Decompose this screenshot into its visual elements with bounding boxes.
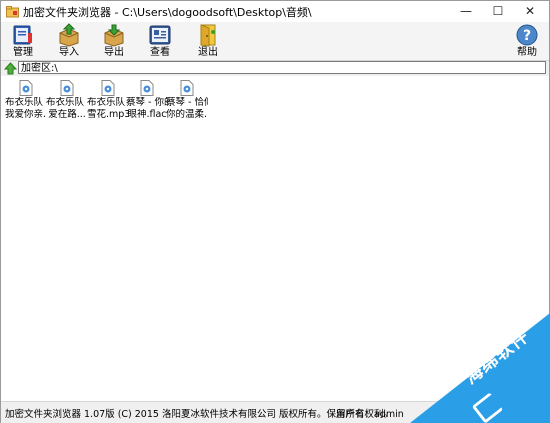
file-name-line1: 蔡琴 - 你的 bbox=[126, 97, 168, 108]
view-label: 查看 bbox=[150, 47, 170, 58]
status-bar: 加密文件夹浏览器 1.07版 (C) 2015 洛阳夏冰软件技术有限公司 版权所… bbox=[1, 401, 549, 423]
window-title: 加密文件夹浏览器 - C:\Users\dogoodsoft\Desktop\音… bbox=[23, 6, 312, 19]
export-button[interactable]: 导出 bbox=[94, 23, 134, 59]
file-name-line2: 我爱你亲... bbox=[5, 109, 47, 120]
help-button[interactable]: ? 帮助 bbox=[507, 23, 547, 59]
help-label: 帮助 bbox=[517, 47, 537, 58]
file-name-line2: 眼神.flac bbox=[127, 109, 167, 120]
file-item[interactable]: 布衣乐队 - 爱在路... bbox=[46, 80, 88, 120]
title-bar[interactable]: 加密文件夹浏览器 - C:\Users\dogoodsoft\Desktop\音… bbox=[1, 1, 549, 22]
toolbar: 管理 导入 导出 查看 退出 ? 帮助 bbox=[1, 22, 549, 61]
minimize-button[interactable]: — bbox=[450, 1, 482, 21]
view-button[interactable]: 查看 bbox=[140, 23, 180, 59]
file-name-line2: 雪花.mp3 bbox=[87, 109, 129, 120]
address-bar: 加密区:\ bbox=[1, 61, 549, 76]
export-label: 导出 bbox=[104, 47, 124, 58]
import-icon bbox=[59, 23, 79, 47]
file-item[interactable]: 布衣乐队 - 我爱你亲... bbox=[5, 80, 47, 120]
audio-file-icon bbox=[101, 80, 115, 96]
import-button[interactable]: 导入 bbox=[49, 23, 89, 59]
app-window: 加密文件夹浏览器 - C:\Users\dogoodsoft\Desktop\音… bbox=[0, 0, 550, 423]
app-icon bbox=[6, 6, 19, 18]
manage-label: 管理 bbox=[13, 47, 33, 58]
view-icon bbox=[149, 25, 171, 45]
file-name-line1: 布衣乐队 - bbox=[46, 97, 88, 108]
up-arrow-icon[interactable] bbox=[4, 62, 17, 75]
file-name-line1: 布衣乐队 - bbox=[5, 97, 47, 108]
manage-icon bbox=[13, 25, 32, 45]
file-item[interactable]: 蔡琴 - 你的 眼神.flac bbox=[126, 80, 168, 120]
close-button[interactable]: ✕ bbox=[514, 1, 546, 21]
file-name-line2: 爱在路... bbox=[48, 109, 86, 120]
manage-button[interactable]: 管理 bbox=[3, 23, 43, 59]
file-item[interactable]: 蔡琴 - 恰似 你的温柔... bbox=[166, 80, 208, 120]
username-text: 用户名：admin bbox=[336, 409, 404, 420]
audio-file-icon bbox=[140, 80, 154, 96]
export-icon bbox=[104, 24, 124, 47]
address-field[interactable]: 加密区:\ bbox=[18, 61, 546, 74]
import-label: 导入 bbox=[59, 47, 79, 58]
audio-file-icon bbox=[19, 80, 33, 96]
copyright-text: 加密文件夹浏览器 1.07版 (C) 2015 洛阳夏冰软件技术有限公司 版权所… bbox=[5, 409, 393, 420]
exit-label: 退出 bbox=[198, 47, 218, 58]
audio-file-icon bbox=[60, 80, 74, 96]
exit-door-icon bbox=[200, 24, 216, 47]
maximize-button[interactable]: ☐ bbox=[482, 1, 514, 21]
file-list[interactable]: 布衣乐队 - 我爱你亲... 布衣乐队 - 爱在路... 布衣乐队 - 雪花.m… bbox=[1, 77, 549, 400]
file-name-line2: 你的温柔... bbox=[166, 109, 208, 120]
file-name-line1: 蔡琴 - 恰似 bbox=[166, 97, 208, 108]
audio-file-icon bbox=[180, 80, 194, 96]
exit-button[interactable]: 退出 bbox=[188, 23, 228, 59]
file-item[interactable]: 布衣乐队 - 雪花.mp3 bbox=[87, 80, 129, 120]
svg-text:?: ? bbox=[523, 28, 531, 44]
help-icon: ? bbox=[516, 24, 538, 46]
file-name-line1: 布衣乐队 - bbox=[87, 97, 129, 108]
